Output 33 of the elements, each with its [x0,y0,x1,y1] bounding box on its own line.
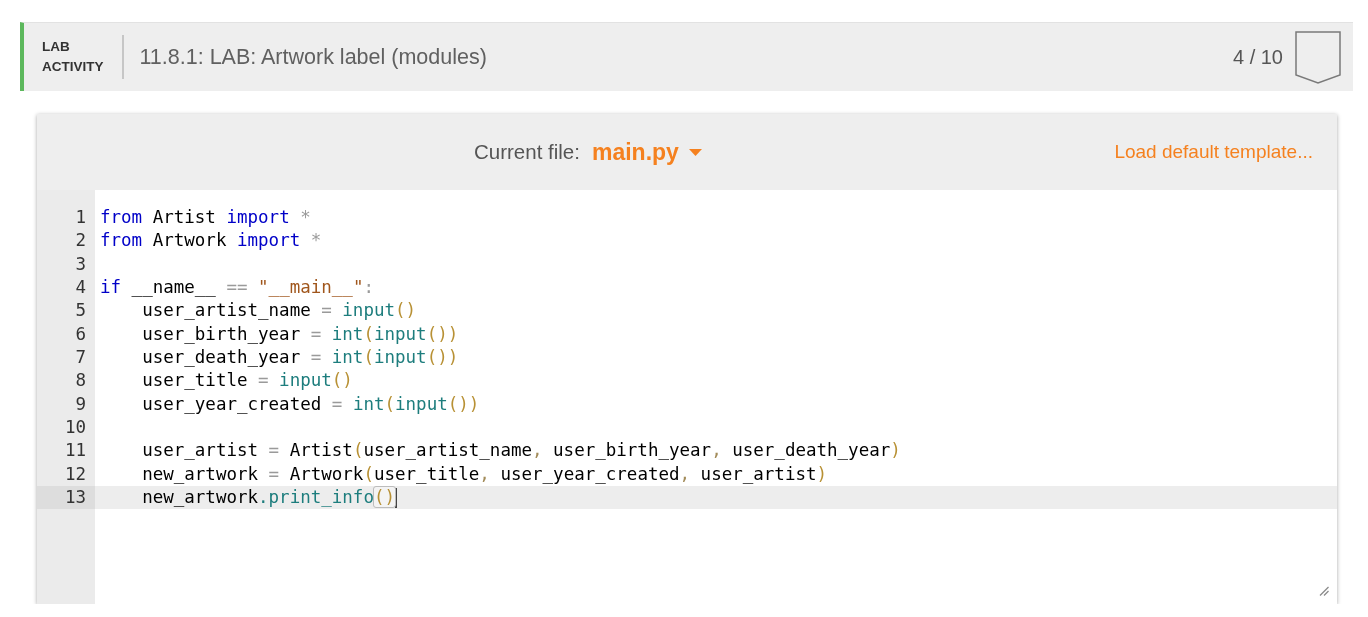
resize-handle-icon[interactable] [1319,586,1329,596]
code-line: user_title = input() [142,369,353,393]
file-dropdown[interactable]: main.py [591,138,702,166]
score-text: 4 / 10 [1232,45,1283,69]
code-line: user_birth_year = int(input()) [142,322,459,346]
line-number: 1 [75,207,86,227]
line-number: 10 [64,416,86,437]
current-file-label: Current file: [474,140,580,164]
line-number: 11 [64,440,86,461]
line-number: 13 [64,486,86,507]
line-number: 9 [75,393,86,414]
line-number: 2 [75,230,86,251]
line-number: 4 [75,277,86,297]
line-number: 8 [75,370,86,391]
code-line: if __name__ == "__main__": [100,276,374,299]
caret-icon [688,148,702,156]
load-template-link[interactable]: Load default template... [1114,141,1313,163]
line-number: 3 [75,253,86,274]
line-number: 7 [75,346,86,367]
line-number: 6 [75,323,86,344]
code-line: user_year_created = int(input()) [142,392,480,416]
line-number: 5 [75,300,86,321]
code-line: from Artwork import * [100,229,322,253]
code-line: user_artist_name = input() [142,299,417,323]
code-line: new_artwork.print_info() [142,485,397,510]
code-line: user_death_year = int(input()) [142,345,459,369]
code-line: user_artist = Artist(user_artist_name, user_birth_year, user_death_year) [142,439,901,463]
activity-type-label: LAB ACTIVITY [42,38,104,76]
code-editor-field[interactable] [37,190,1337,604]
activity-title: 11.8.1: LAB: Artwork label (modules) [139,44,488,70]
code-line: from Artist import * [100,206,311,229]
line-number: 12 [64,463,86,484]
code-line: new_artwork = Artwork(user_title, user_year_created, user_artist) [142,462,828,486]
